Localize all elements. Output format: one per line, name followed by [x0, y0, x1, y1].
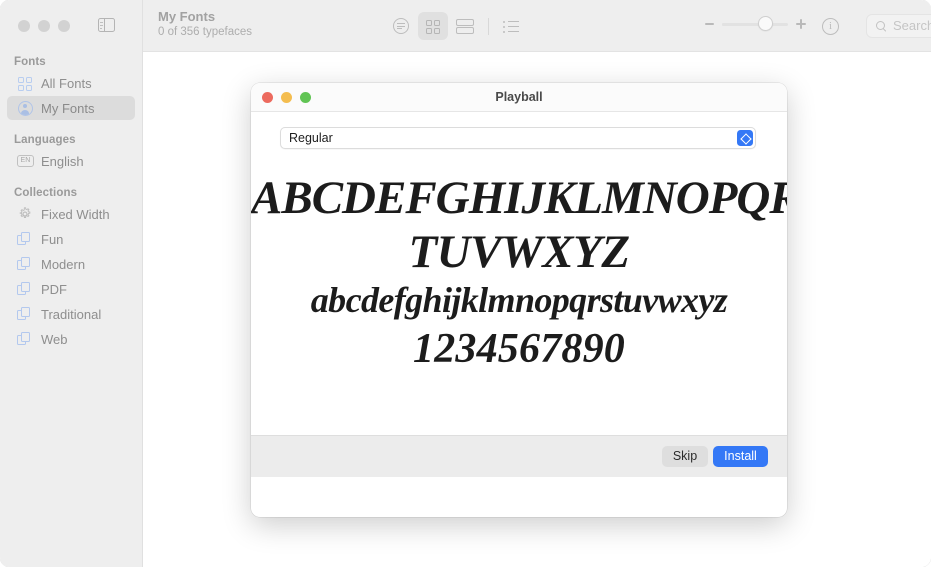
- grid-2x2-icon: [17, 75, 33, 91]
- sidebar-toggle-icon[interactable]: [98, 18, 115, 32]
- toolbar: My Fonts 0 of 356 typefaces: [143, 0, 931, 52]
- collection-copies-icon: [17, 281, 33, 297]
- toolbar-separator: [488, 18, 489, 35]
- language-badge-icon: EN: [17, 153, 33, 169]
- sidebar-item-label: Fixed Width: [41, 207, 110, 222]
- view-mode-buttons: [386, 12, 528, 40]
- collection-copies-icon: [17, 331, 33, 347]
- dialog-zoom-button[interactable]: [300, 92, 311, 103]
- specimen-uppercase-line-1: ABCDEFGHIJKLMNOPQRS: [251, 170, 787, 226]
- sidebar-item-label: Fun: [41, 232, 63, 247]
- text-sample-circle-icon: [393, 18, 409, 34]
- slider-track[interactable]: [722, 23, 788, 26]
- font-style-popup-button[interactable]: Regular: [280, 127, 756, 149]
- font-style-value: Regular: [289, 131, 333, 145]
- sidebar-item-modern[interactable]: Modern: [7, 252, 135, 276]
- slider-knob[interactable]: [758, 16, 773, 31]
- sidebar-item-label: English: [41, 154, 84, 169]
- dialog-body: Regular ABCDEFGHIJKLMNOPQRS TUVWXYZ abcd…: [251, 112, 787, 477]
- collection-copies-icon: [17, 256, 33, 272]
- collection-copies-icon: [17, 231, 33, 247]
- sidebar-item-traditional[interactable]: Traditional: [7, 302, 135, 326]
- window-titlebar: [0, 0, 142, 52]
- page-title: My Fonts: [158, 9, 252, 25]
- specimen-uppercase-line-2: TUVWXYZ: [251, 226, 787, 278]
- font-specimen: ABCDEFGHIJKLMNOPQRS TUVWXYZ abcdefghijkl…: [251, 170, 787, 375]
- sample-view-button[interactable]: [386, 12, 416, 40]
- page-title-block: My Fonts 0 of 356 typefaces: [158, 9, 252, 40]
- sidebar-section-title-collections: Collections: [0, 187, 142, 199]
- skip-button[interactable]: Skip: [662, 446, 708, 467]
- sidebar-section-title-languages: Languages: [0, 134, 142, 146]
- dialog-close-button[interactable]: [262, 92, 273, 103]
- font-book-window: Fonts All Fonts My Fonts Languages EN En…: [0, 0, 931, 567]
- specimen-digits: 1234567890: [251, 323, 787, 375]
- info-circle-icon[interactable]: i: [822, 18, 839, 35]
- language-badge-text: EN: [17, 155, 34, 167]
- sidebar-item-pdf[interactable]: PDF: [7, 277, 135, 301]
- sidebar: Fonts All Fonts My Fonts Languages EN En…: [0, 0, 143, 567]
- dialog-minimize-button[interactable]: [281, 92, 292, 103]
- sidebar-toggle-line: [100, 22, 102, 23]
- sidebar-item-fun[interactable]: Fun: [7, 227, 135, 251]
- sidebar-item-fixed-width[interactable]: Fixed Width: [7, 202, 135, 226]
- search-field[interactable]: Search: [866, 14, 931, 38]
- window-traffic-lights[interactable]: [18, 20, 70, 32]
- dialog-footer: Skip Install: [251, 435, 787, 477]
- sidebar-item-label: My Fonts: [41, 101, 94, 116]
- grid-view-button[interactable]: [418, 12, 448, 40]
- sidebar-item-my-fonts[interactable]: My Fonts: [7, 96, 135, 120]
- sidebar-item-label: Traditional: [41, 307, 101, 322]
- chevron-up-down-icon[interactable]: [737, 130, 753, 146]
- sidebar-item-all-fonts[interactable]: All Fonts: [7, 71, 135, 95]
- search-icon: [876, 21, 885, 30]
- sidebar-toggle-line: [100, 25, 102, 26]
- search-input-placeholder[interactable]: Search: [893, 18, 931, 33]
- close-button[interactable]: [18, 20, 30, 32]
- dialog-traffic-lights[interactable]: [262, 92, 311, 103]
- list-view-button[interactable]: [496, 12, 526, 40]
- sidebar-item-label: All Fonts: [41, 76, 92, 91]
- dialog-title: Playball: [251, 83, 787, 111]
- sidebar-toggle-line: [100, 28, 102, 29]
- main-content-area: My Fonts 0 of 356 typefaces: [143, 0, 931, 567]
- specimen-lowercase: abcdefghijklmnopqrstuvwxyz: [251, 278, 787, 323]
- gear-icon: [17, 206, 33, 222]
- size-increase-icon[interactable]: [796, 19, 806, 29]
- sidebar-item-label: PDF: [41, 282, 67, 297]
- person-circle-icon: [17, 100, 33, 116]
- dialog-titlebar: Playball: [251, 83, 787, 112]
- font-size-slider[interactable]: [705, 19, 806, 29]
- typeface-count: 0 of 356 typefaces: [158, 25, 252, 40]
- minimize-button[interactable]: [38, 20, 50, 32]
- sidebar-section-title-fonts: Fonts: [0, 56, 142, 68]
- font-preview-dialog: Playball Regular ABCDEFGHIJKLMNOPQRS TUV…: [251, 83, 787, 517]
- sidebar-item-web[interactable]: Web: [7, 327, 135, 351]
- sidebar-item-label: Modern: [41, 257, 85, 272]
- collection-copies-icon: [17, 306, 33, 322]
- sidebar-item-label: Web: [41, 332, 68, 347]
- install-button[interactable]: Install: [713, 446, 768, 467]
- zoom-button[interactable]: [58, 20, 70, 32]
- sidebar-item-english[interactable]: EN English: [7, 149, 135, 173]
- repertoire-view-button[interactable]: [450, 12, 480, 40]
- size-decrease-icon[interactable]: [705, 23, 714, 25]
